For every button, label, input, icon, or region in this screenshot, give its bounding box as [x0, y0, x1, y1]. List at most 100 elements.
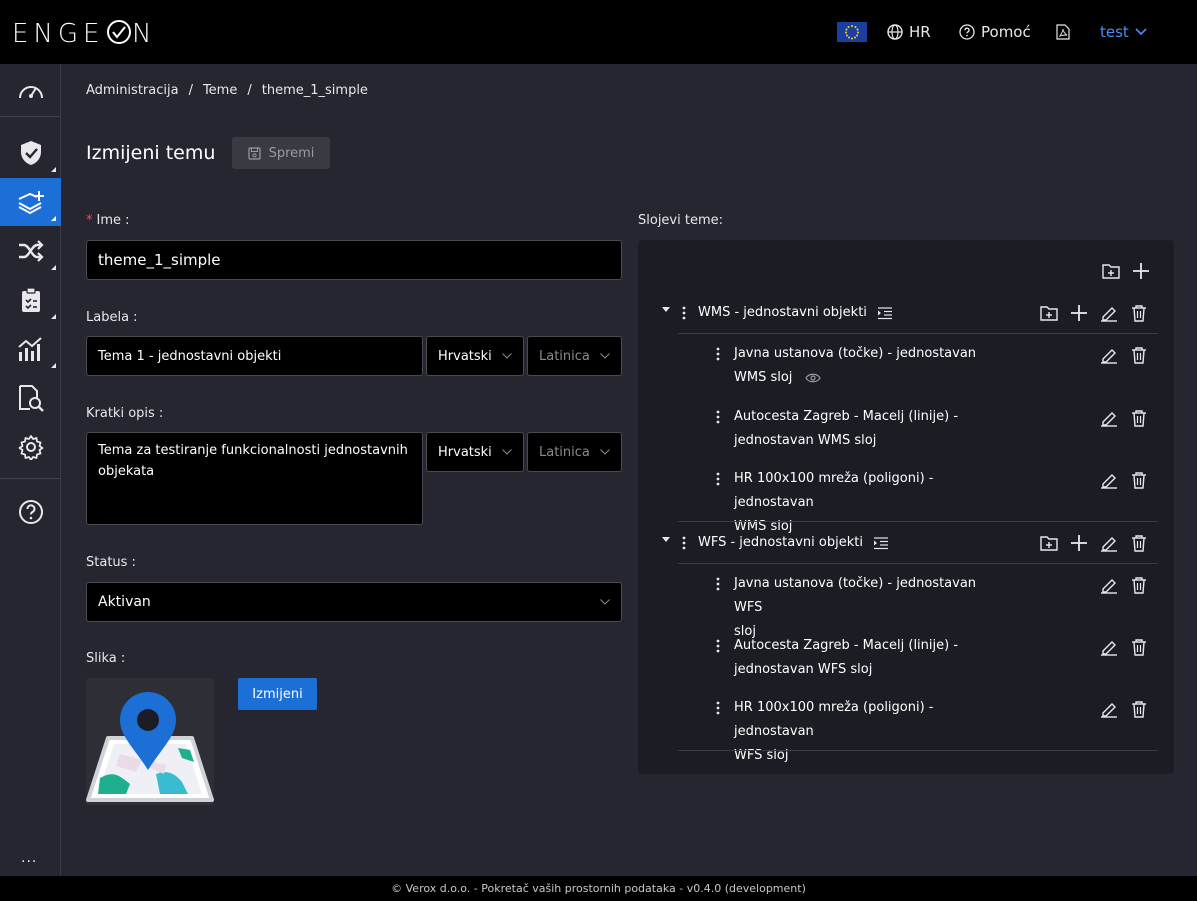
engeon-logo[interactable]: ENGE N — [12, 17, 154, 54]
add-folder-button[interactable] — [1040, 534, 1058, 552]
layer-group-row[interactable]: WFS - jednostavni objekti — [662, 522, 1158, 564]
folder-add-icon — [1040, 535, 1058, 551]
plus-icon — [1071, 534, 1087, 551]
image-label: Slika : — [86, 651, 126, 666]
sidebar-item-analytics[interactable] — [0, 325, 61, 373]
edit-button[interactable] — [1100, 638, 1118, 656]
chevron-down-icon — [502, 353, 512, 359]
drag-handle-icon[interactable] — [716, 347, 720, 365]
breadcrumb-administracija[interactable]: Administracija — [86, 83, 179, 98]
change-image-button[interactable]: Izmijeni — [238, 678, 317, 710]
layer-actions — [1100, 576, 1148, 594]
chart-bars-icon — [17, 337, 42, 361]
trash-icon — [1132, 534, 1146, 552]
layer-item-label: Javna ustanova (točke) - jednostavan WMS… — [734, 342, 1004, 390]
help-link[interactable]: Pomoć — [959, 22, 1031, 42]
sidebar-item-security[interactable] — [0, 129, 61, 177]
drag-handle-icon[interactable] — [716, 701, 720, 719]
sidebar-item-tasks[interactable] — [0, 276, 61, 324]
caret-down-icon[interactable] — [662, 537, 670, 542]
drag-handle-icon[interactable] — [716, 639, 720, 657]
layer-item[interactable]: HR 100x100 mreža (poligoni) - jednostava… — [716, 696, 1158, 763]
eye-icon[interactable] — [804, 373, 821, 383]
layer-item-line2: jednostavan WFS sloj — [734, 662, 873, 677]
sidebar-item-dashboard[interactable] — [0, 66, 61, 114]
add-layer-button[interactable] — [1070, 304, 1088, 322]
layer-item[interactable]: Autocesta Zagreb - Macelj (linije) - jed… — [716, 634, 1158, 686]
name-input[interactable]: theme_1_simple — [86, 240, 622, 280]
svg-text:N: N — [132, 19, 154, 47]
trash-icon — [1132, 577, 1146, 594]
more-menu[interactable]: ... — [21, 850, 37, 866]
sidebar-item-layers[interactable] — [0, 178, 61, 226]
edit-button[interactable] — [1100, 700, 1118, 718]
pencil-icon — [1101, 412, 1117, 427]
drag-handle-icon[interactable] — [716, 472, 720, 490]
delete-button[interactable] — [1130, 576, 1148, 594]
user-menu[interactable]: test — [1100, 22, 1147, 42]
layer-actions — [1100, 409, 1148, 427]
description-script-select[interactable]: Latinica — [527, 432, 622, 472]
edit-button[interactable] — [1100, 409, 1118, 427]
delete-button[interactable] — [1130, 409, 1148, 427]
layer-actions — [1100, 700, 1148, 718]
edit-button[interactable] — [1100, 346, 1118, 364]
sidebar-item-settings[interactable] — [0, 423, 61, 471]
drag-handle-icon[interactable] — [716, 410, 720, 428]
sidebar-item-help[interactable] — [0, 488, 61, 536]
pdf-button[interactable] — [1056, 22, 1070, 42]
status-select[interactable]: Aktivan — [86, 582, 622, 622]
map-pin-icon — [86, 692, 214, 802]
drag-handle-icon[interactable] — [678, 306, 690, 320]
delete-button[interactable] — [1130, 700, 1148, 718]
indent-list-icon[interactable] — [873, 536, 889, 550]
description-textarea[interactable]: Tema za testiranje funkcionalnosti jedno… — [86, 432, 423, 525]
edit-button[interactable] — [1100, 304, 1118, 322]
save-button[interactable]: Spremi — [232, 137, 330, 169]
layer-item[interactable]: HR 100x100 mreža (poligoni) - jednostava… — [716, 467, 1158, 534]
breadcrumb-teme[interactable]: Teme — [203, 83, 237, 98]
shield-check-icon — [20, 141, 41, 165]
pencil-icon — [1101, 703, 1117, 718]
layer-actions — [1100, 471, 1148, 489]
language-switcher[interactable]: HR — [887, 22, 931, 42]
clipboard-check-icon — [21, 287, 40, 312]
description-language-select[interactable]: Hrvatski — [426, 432, 524, 472]
delete-button[interactable] — [1130, 638, 1148, 656]
layer-item[interactable]: Javna ustanova (točke) - jednostavan WMS… — [716, 342, 1158, 394]
edit-button[interactable] — [1100, 576, 1118, 594]
trash-icon — [1132, 639, 1146, 656]
group-actions — [1040, 534, 1148, 552]
layer-group-row[interactable]: WMS - jednostavni objekti — [662, 292, 1158, 334]
add-folder-button[interactable] — [1040, 304, 1058, 322]
sidebar-item-search-docs[interactable] — [0, 374, 61, 422]
label-language-select[interactable]: Hrvatski — [426, 336, 524, 376]
label-input[interactable]: Tema 1 - jednostavni objekti — [86, 336, 423, 376]
edit-button[interactable] — [1100, 471, 1118, 489]
layer-item[interactable]: Autocesta Zagreb - Macelj (linije) - jed… — [716, 405, 1158, 457]
add-layer-button[interactable] — [1070, 534, 1088, 552]
layer-item[interactable]: Javna ustanova (točke) - jednostavan WFS… — [716, 572, 1158, 639]
delete-button[interactable] — [1130, 304, 1148, 322]
layers-title: Slojevi teme: — [638, 213, 724, 228]
delete-button[interactable] — [1130, 346, 1148, 364]
name-label: * Ime : — [86, 213, 130, 228]
pencil-icon — [1101, 536, 1117, 552]
add-folder-button[interactable] — [1102, 262, 1120, 280]
shuffle-icon — [18, 240, 44, 262]
delete-button[interactable] — [1130, 471, 1148, 489]
sidebar-item-shuffle[interactable] — [0, 227, 61, 275]
drag-handle-icon[interactable] — [678, 536, 690, 550]
edit-button[interactable] — [1100, 534, 1118, 552]
status-label: Status : — [86, 555, 136, 570]
label-script-select[interactable]: Latinica — [527, 336, 622, 376]
caret-down-icon[interactable] — [662, 307, 670, 312]
label-language-value: Hrvatski — [438, 348, 492, 364]
add-layer-button[interactable] — [1132, 262, 1150, 280]
drag-handle-icon[interactable] — [716, 577, 720, 595]
indent-list-icon[interactable] — [877, 306, 893, 320]
layers-add-icon — [18, 191, 44, 215]
delete-button[interactable] — [1130, 534, 1148, 552]
user-name: test — [1100, 23, 1129, 41]
layer-item-line1: Javna ustanova (točke) - jednostavan — [734, 346, 977, 361]
